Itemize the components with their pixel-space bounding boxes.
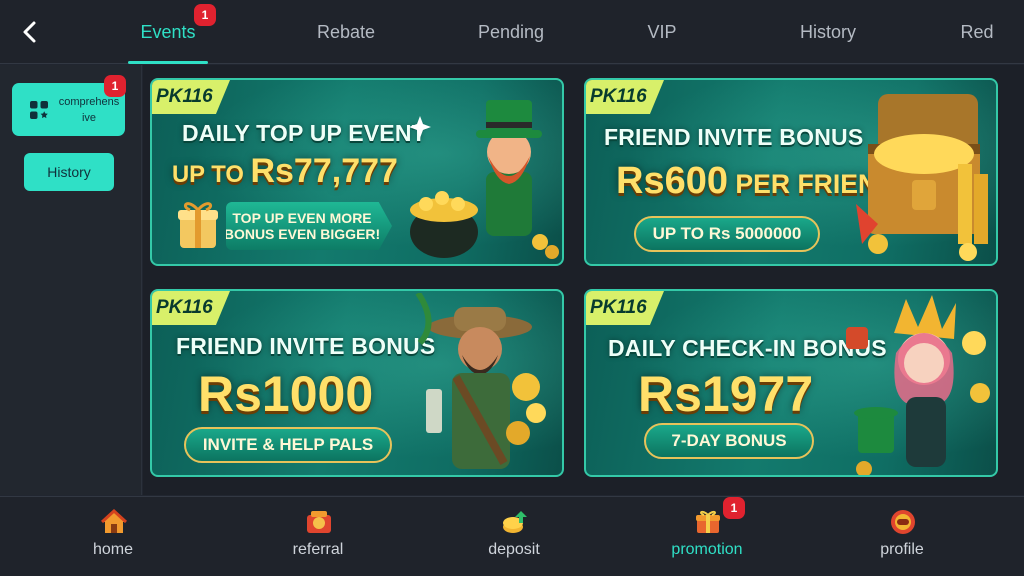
card-amount: Rs1977 — [638, 366, 814, 422]
tab-events-badge: 1 — [194, 4, 216, 26]
nav-referral-label: referral — [292, 541, 344, 558]
card-amount: UP TO Rs77,777 — [172, 152, 398, 191]
card-title: FRIEND INVITE BONUS — [604, 124, 864, 150]
nav-home-label: home — [92, 541, 134, 558]
tab-pending[interactable]: Pending — [466, 0, 556, 64]
card-cta-text: TOP UP EVEN MORE BONUS EVEN BIGGER! — [223, 210, 381, 242]
nav-deposit[interactable]: deposit — [454, 497, 574, 576]
leprechaun-illustration — [409, 100, 559, 259]
event-card-friend-invite-600[interactable]: PK116 FRIEND INVITE BONUS Rs600 PER FRIE… — [584, 78, 998, 266]
nav-promotion[interactable]: promotion 1 — [647, 497, 767, 576]
nav-promotion-badge: 1 — [723, 497, 745, 519]
category-label: comprehensive — [58, 95, 120, 124]
cta-line-2: BONUS EVEN BIGGER! — [223, 226, 381, 242]
tab-rebate[interactable]: Rebate — [306, 0, 386, 64]
event-card-daily-top-up[interactable]: PK116 DAILY TOP UP EVENT UP TO Rs77,777 … — [150, 78, 564, 266]
treasure-chest-illustration — [856, 94, 988, 261]
events-grid: PK116 DAILY TOP UP EVENT UP TO Rs77,777 … — [143, 65, 1024, 495]
tab-events-label: Events — [140, 21, 196, 42]
card-title: FRIEND INVITE BONUS — [176, 333, 436, 359]
cta-line-1: TOP UP EVEN MORE — [232, 210, 372, 226]
chevron-left-icon — [23, 21, 36, 43]
referral-icon — [307, 511, 331, 533]
tab-rebate-label: Rebate — [316, 21, 376, 42]
grid-icon — [30, 100, 48, 119]
nav-profile[interactable]: profile — [842, 497, 962, 576]
deposit-icon — [503, 511, 527, 533]
nav-home[interactable]: home — [53, 497, 173, 576]
tab-red[interactable]: Red — [952, 0, 1002, 64]
category-comprehensive-button[interactable]: comprehensive 1 — [12, 75, 126, 136]
card-cta-button: UP TO Rs 5000000 — [634, 216, 820, 252]
amount-value: Rs600 — [616, 160, 728, 202]
tab-vip[interactable]: VIP — [630, 0, 694, 64]
profile-icon — [891, 510, 915, 534]
card-cta-button: 7-DAY BONUS — [644, 423, 814, 459]
tab-red-label: Red — [960, 21, 994, 42]
amount-prefix: UP TO — [172, 161, 251, 188]
tab-pending-label: Pending — [477, 21, 545, 42]
nav-promotion-label: promotion — [671, 541, 743, 558]
card-cta-button: INVITE & HELP PALS — [184, 427, 392, 463]
category-sidebar: comprehensive 1 History — [0, 65, 142, 495]
tab-history-label: History — [799, 21, 856, 42]
card-cta-button: TOP UP EVEN MORE BONUS EVEN BIGGER! — [226, 202, 392, 250]
nav-deposit-label: deposit — [488, 541, 540, 558]
tab-vip-label: VIP — [647, 21, 677, 42]
event-card-friend-invite-1000[interactable]: PK116 FRIEND INVITE BONUS Rs1000 INVITE … — [150, 289, 564, 477]
active-tab-indicator — [128, 61, 208, 64]
event-card-daily-check-in[interactable]: PK116 DAILY CHECK-IN BONUS Rs1977 7-DAY … — [584, 289, 998, 477]
tab-events[interactable]: Events 1 — [128, 0, 216, 64]
history-button[interactable]: History — [24, 153, 114, 191]
top-tab-bar: Events 1 Rebate Pending VIP History Red — [0, 0, 1024, 64]
nav-referral[interactable]: referral — [258, 497, 378, 576]
tab-history[interactable]: History — [786, 0, 870, 64]
card-amount: Rs1000 — [198, 366, 374, 422]
amount-value: Rs77,777 — [250, 152, 398, 190]
home-icon — [100, 509, 128, 533]
nav-profile-label: profile — [880, 541, 924, 558]
card-title: DAILY TOP UP EVENT — [182, 120, 426, 146]
back-button[interactable] — [14, 16, 46, 48]
category-badge: 1 — [104, 75, 126, 97]
jester-girl-illustration — [846, 295, 990, 475]
bottom-navigation: home referral deposit promotion 1 profil… — [0, 496, 1024, 576]
explorer-illustration — [415, 293, 546, 469]
promotion-icon — [696, 510, 720, 533]
gift-box-icon — [176, 198, 220, 250]
